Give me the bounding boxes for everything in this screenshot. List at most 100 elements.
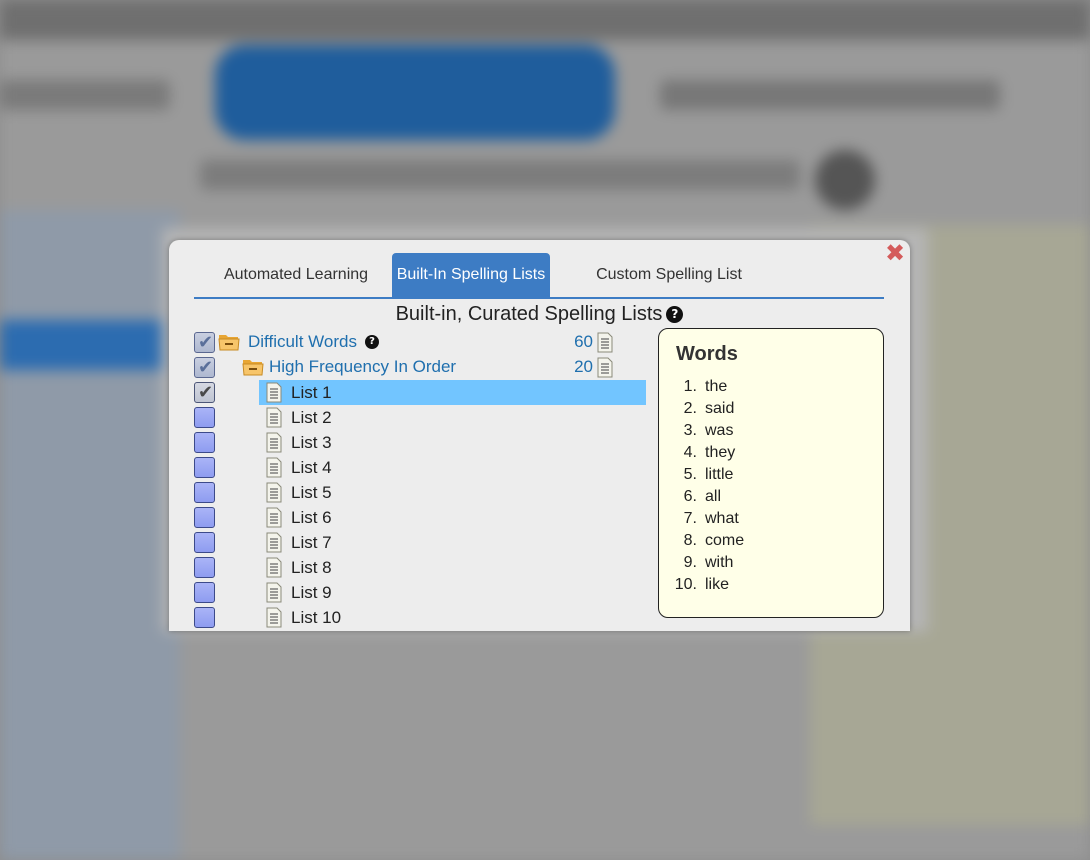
document-icon: [266, 582, 282, 603]
list-label[interactable]: List 2: [291, 406, 332, 429]
word-text: like: [705, 576, 730, 593]
word-item: 4. they: [673, 442, 744, 464]
document-icon: [266, 557, 282, 578]
list-label[interactable]: List 1: [291, 381, 332, 404]
tree-list-row[interactable]: List 9: [169, 580, 649, 605]
folder-label-high-frequency[interactable]: High Frequency In Order: [269, 356, 456, 378]
word-item: 6. all: [673, 486, 744, 508]
folder-label-difficult-words[interactable]: Difficult Words: [248, 331, 357, 353]
document-icon: [266, 382, 282, 403]
word-item: 2. said: [673, 398, 744, 420]
folder-checkbox[interactable]: ✔: [194, 332, 215, 353]
word-number: 10.: [674, 576, 697, 593]
word-text: with: [705, 554, 734, 571]
word-text: all: [705, 488, 722, 505]
word-number: 9.: [683, 554, 697, 571]
words-panel: Words 1. the 2. said 3. was 4. they 5. little…: [658, 328, 884, 618]
word-text: the: [705, 378, 728, 395]
tree-list-row[interactable]: List 4: [169, 455, 649, 480]
list-label[interactable]: List 5: [291, 481, 332, 504]
background-circle: [815, 150, 875, 210]
list-label[interactable]: List 8: [291, 556, 332, 579]
word-item: 3. was: [673, 420, 744, 442]
list-checkbox[interactable]: [194, 407, 215, 428]
list-checkbox[interactable]: [194, 607, 215, 628]
background-button: [215, 45, 615, 140]
question-circle-icon[interactable]: ?: [365, 335, 379, 349]
background-text: [200, 160, 800, 190]
folder-open-icon: [242, 360, 264, 376]
list-checkbox[interactable]: [194, 532, 215, 553]
word-text: they: [705, 444, 736, 461]
word-number: 2.: [683, 400, 697, 417]
tree-folder-row: ✔ High Frequency In Order 20: [169, 355, 649, 380]
background-topbar: [0, 0, 1090, 40]
document-icon: [266, 457, 282, 478]
background-text: [0, 80, 170, 110]
word-item: 7. what: [673, 508, 744, 530]
spelling-list-tree: ✔ Difficult Words ? 60 ✔ High Frequency …: [169, 240, 649, 631]
word-item: 9. with: [673, 552, 744, 574]
list-label[interactable]: List 4: [291, 456, 332, 479]
checkmark-icon: ✔: [198, 382, 214, 403]
document-icon[interactable]: [597, 357, 613, 378]
word-text: come: [705, 532, 745, 549]
spelling-lists-modal: ✖ Automated Learning Built-In Spelling L…: [169, 240, 910, 631]
tree-list-row[interactable]: List 7: [169, 530, 649, 555]
tree-list-row[interactable]: List 3: [169, 430, 649, 455]
list-label[interactable]: List 3: [291, 431, 332, 454]
word-number: 1.: [683, 378, 697, 395]
document-icon: [266, 432, 282, 453]
word-text: said: [705, 400, 735, 417]
document-icon: [266, 607, 282, 628]
word-text: little: [705, 466, 734, 483]
document-icon: [266, 407, 282, 428]
word-number: 5.: [683, 466, 697, 483]
word-number: 3.: [683, 422, 697, 439]
folder-open-icon: [218, 335, 240, 351]
list-checkbox[interactable]: [194, 582, 215, 603]
folder-checkbox[interactable]: ✔: [194, 357, 215, 378]
list-checkbox[interactable]: ✔: [194, 382, 215, 403]
document-icon: [266, 532, 282, 553]
document-icon: [266, 482, 282, 503]
close-icon[interactable]: ✖: [883, 242, 907, 266]
tree-list-row[interactable]: List 6: [169, 505, 649, 530]
tree-list-row[interactable]: List 5: [169, 480, 649, 505]
word-number: 8.: [683, 532, 697, 549]
list-checkbox[interactable]: [194, 457, 215, 478]
tree-list-row[interactable]: List 8: [169, 555, 649, 580]
word-item: 10. like: [673, 574, 744, 596]
question-circle-icon[interactable]: ?: [666, 306, 684, 323]
document-icon: [266, 507, 282, 528]
word-list: 1. the 2. said 3. was 4. they 5. little 6. all…: [673, 376, 744, 596]
word-text: what: [705, 510, 739, 527]
word-text: was: [705, 422, 734, 439]
word-item: 8. come: [673, 530, 744, 552]
tree-list-row[interactable]: ✔ List 1: [169, 380, 649, 405]
background-sidebar: [0, 210, 180, 860]
word-item: 5. little: [673, 464, 744, 486]
list-label[interactable]: List 6: [291, 506, 332, 529]
background-text: [660, 80, 1000, 110]
list-label[interactable]: List 7: [291, 531, 332, 554]
checkmark-icon: ✔: [198, 332, 214, 353]
word-number: 6.: [683, 488, 697, 505]
list-label[interactable]: List 10: [291, 606, 341, 629]
word-item: 1. the: [673, 376, 744, 398]
list-checkbox[interactable]: [194, 482, 215, 503]
tree-list-row[interactable]: List 2: [169, 405, 649, 430]
word-number: 7.: [683, 510, 697, 527]
folder-word-count: 20: [574, 357, 593, 376]
list-checkbox[interactable]: [194, 432, 215, 453]
checkmark-icon: ✔: [198, 357, 214, 378]
tree-folder-row: ✔ Difficult Words ? 60: [169, 330, 649, 355]
tree-list-row[interactable]: List 10: [169, 605, 649, 630]
words-panel-title: Words: [676, 343, 738, 365]
list-label[interactable]: List 9: [291, 581, 332, 604]
list-checkbox[interactable]: [194, 507, 215, 528]
folder-word-count: 60: [574, 332, 593, 351]
document-icon[interactable]: [597, 332, 613, 353]
word-number: 4.: [683, 444, 697, 461]
list-checkbox[interactable]: [194, 557, 215, 578]
